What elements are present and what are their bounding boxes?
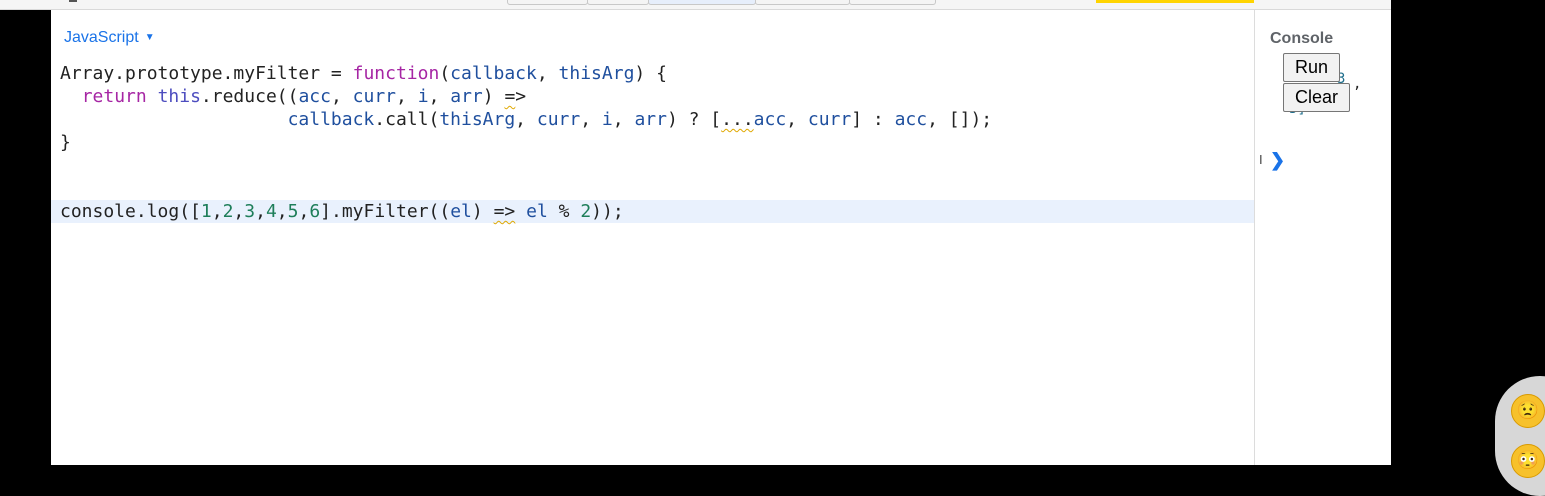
toolbar-tab-active[interactable] xyxy=(648,0,756,5)
code-line-7: console.log([1,2,3,4,5,6].myFilter((el) … xyxy=(51,200,1254,223)
highlight-bar xyxy=(1096,0,1254,3)
run-button[interactable]: Run xyxy=(1283,53,1341,82)
code-area[interactable]: Array.prototype.myFilter = function(call… xyxy=(51,62,1254,223)
toolbar-tab[interactable] xyxy=(507,0,588,5)
code-editor[interactable]: JavaScript ▼ Array.prototype.myFilter = f… xyxy=(51,10,1254,465)
console-panel: Console 3 , 5] Run Clear I ❯ xyxy=(1255,10,1391,465)
code-line-4: } xyxy=(60,132,71,153)
toolbar-marker xyxy=(69,0,77,2)
toolbar-tab[interactable] xyxy=(849,0,936,5)
text-cursor-icon: I xyxy=(1259,152,1263,167)
language-selector[interactable]: JavaScript ▼ xyxy=(64,29,155,47)
flushed-face-icon[interactable]: 😳 xyxy=(1511,444,1545,478)
worried-face-icon[interactable]: 😟 xyxy=(1511,394,1545,428)
toolbar-tab[interactable] xyxy=(587,0,649,5)
console-prompt-icon[interactable]: ❯ xyxy=(1270,150,1285,171)
code-line-2: return this.reduce((acc, curr, i, arr) =… xyxy=(81,86,527,107)
code-line-3: callback.call(thisArg, curr, i, arr) ? [… xyxy=(287,109,993,130)
top-toolbar xyxy=(0,0,1391,10)
chevron-down-icon: ▼ xyxy=(144,32,155,43)
console-output-fragment: , xyxy=(1353,76,1362,92)
console-title: Console xyxy=(1270,30,1334,47)
toolbar-tab[interactable] xyxy=(755,0,850,5)
language-label: JavaScript xyxy=(64,29,139,46)
code-line-1: Array.prototype.myFilter = function(call… xyxy=(60,63,667,84)
reactions-panel xyxy=(1495,376,1545,496)
clear-button[interactable]: Clear xyxy=(1283,83,1351,112)
